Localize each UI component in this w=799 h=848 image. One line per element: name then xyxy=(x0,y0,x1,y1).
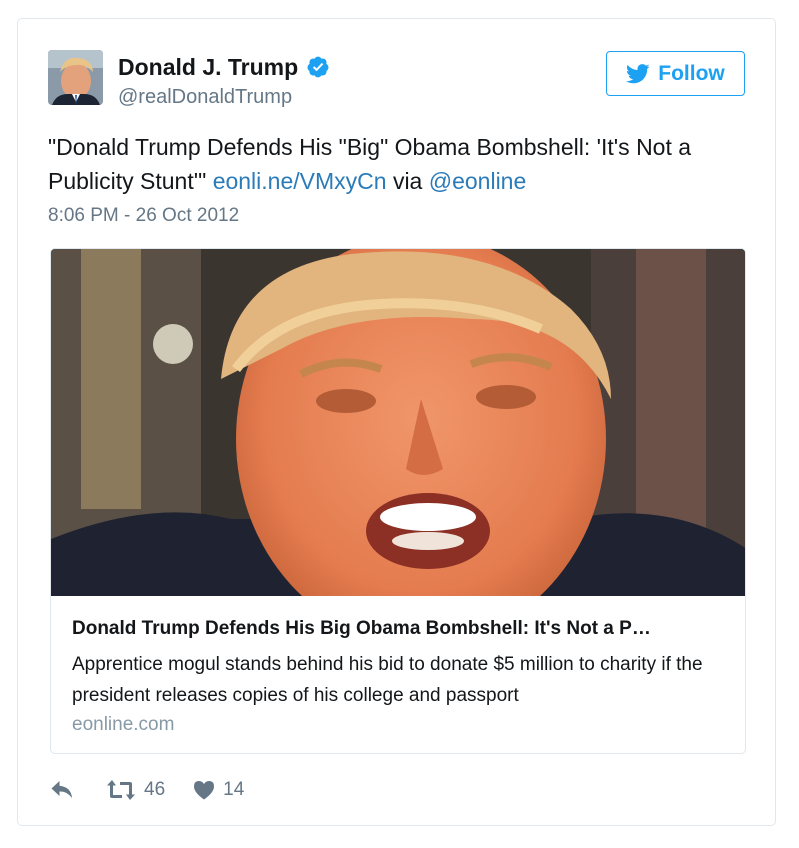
heart-icon xyxy=(194,781,215,800)
name-row: Donald J. Trump xyxy=(118,53,330,81)
tweet-link[interactable]: eonli.ne/VMxyCn xyxy=(213,168,387,194)
retweet-button[interactable]: 46 xyxy=(106,779,165,801)
retweet-icon xyxy=(107,780,135,800)
display-name[interactable]: Donald J. Trump xyxy=(118,53,298,81)
link-preview-card[interactable]: Donald Trump Defends His Big Obama Bombs… xyxy=(50,248,746,754)
card-title: Donald Trump Defends His Big Obama Bombs… xyxy=(72,618,651,639)
card-domain: eonline.com xyxy=(72,714,175,735)
user-handle[interactable]: @realDonaldTrump xyxy=(118,85,292,109)
via-text: via xyxy=(392,168,423,194)
card-description: Apprentice mogul stands behind his bid t… xyxy=(72,654,703,706)
twitter-bird-icon xyxy=(626,63,650,83)
like-count: 14 xyxy=(223,779,245,800)
tweet-actions: 46 14 xyxy=(50,779,244,801)
follow-button[interactable]: Follow xyxy=(606,51,745,96)
follow-label: Follow xyxy=(658,61,725,85)
verified-badge-icon xyxy=(307,56,329,78)
preview-image xyxy=(51,249,745,596)
reply-icon xyxy=(51,781,72,798)
like-button[interactable]: 14 xyxy=(193,779,244,801)
retweet-count: 46 xyxy=(144,779,166,800)
tweet-timestamp[interactable]: 8:06 PM - 26 Oct 2012 xyxy=(48,204,239,228)
mention-link[interactable]: @eonline xyxy=(429,168,527,194)
reply-button[interactable] xyxy=(50,779,74,801)
tweet-text: "Donald Trump Defends His "Big" Obama Bo… xyxy=(48,130,748,198)
avatar[interactable] xyxy=(48,50,103,105)
tweet-embed-card: Donald J. Trump @realDonaldTrump Follow … xyxy=(17,18,776,826)
